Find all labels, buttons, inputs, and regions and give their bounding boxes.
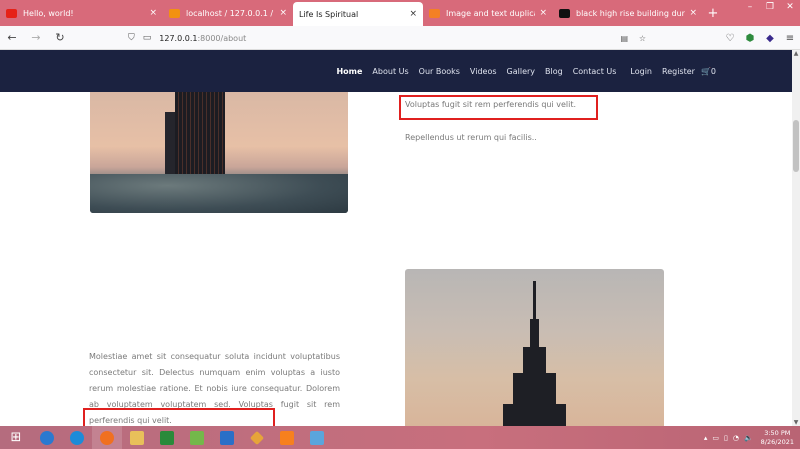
browser-tab-strip: Hello, world! × localhost / 127.0.0.1 / … — [0, 0, 800, 26]
page-content: Voluptas fugit sit rem perferendis qui v… — [0, 92, 792, 426]
menu-item-login[interactable]: Login — [630, 67, 652, 76]
maximize-icon[interactable]: ❐ — [760, 0, 780, 14]
file-explorer-icon[interactable] — [122, 426, 152, 449]
menu-item-about-us[interactable]: About Us — [372, 67, 408, 76]
building-image-top — [90, 92, 348, 213]
tray-chevron-icon[interactable]: ▴ — [704, 434, 708, 442]
vpn-extension-icon[interactable]: ◆ — [760, 33, 780, 44]
subtext-top: Repellendus ut rerum qui facilis.. — [405, 133, 537, 142]
stackoverflow-icon — [429, 8, 440, 18]
menu-item-videos[interactable]: Videos — [470, 67, 497, 76]
reload-icon[interactable]: ↻ — [48, 31, 72, 44]
battery-icon[interactable]: ▯ — [724, 434, 728, 442]
menu-item-gallery[interactable]: Gallery — [507, 67, 536, 76]
phpmyadmin-icon — [169, 8, 180, 18]
tab-title: Image and text duplicating in la... — [446, 8, 535, 18]
forward-icon[interactable]: → — [24, 31, 48, 44]
tab-title: localhost / 127.0.0.1 / lscms / ... — [186, 8, 275, 18]
site-header: Home About Us Our Books Videos Gallery B… — [0, 50, 792, 92]
volume-icon[interactable]: 🔈 — [744, 434, 753, 442]
new-tab-button[interactable]: + — [703, 0, 723, 26]
image-viewer-icon[interactable] — [182, 426, 212, 449]
firefox-icon[interactable] — [92, 426, 122, 449]
extension-icon[interactable]: ⬢ — [740, 33, 760, 44]
spreadsheet-icon[interactable] — [152, 426, 182, 449]
pocket-icon[interactable]: ♡ — [720, 33, 740, 44]
scroll-up-icon[interactable]: ▲ — [792, 50, 800, 57]
close-tab-icon[interactable]: × — [149, 8, 157, 18]
menu-item-register[interactable]: Register — [662, 67, 695, 76]
network-icon[interactable]: ▭ — [712, 434, 719, 442]
tab-phpmyadmin[interactable]: localhost / 127.0.0.1 / lscms / ... × — [163, 0, 293, 26]
cart-count: 0 — [710, 66, 716, 76]
tab-unsplash[interactable]: black high rise building during ... × — [553, 0, 703, 26]
tab-title: black high rise building during ... — [576, 8, 685, 18]
main-menu: Home About Us Our Books Videos Gallery B… — [326, 50, 716, 92]
clock-time: 3:50 PM — [764, 428, 791, 437]
building-image-bottom — [405, 269, 664, 426]
youtube-icon — [6, 8, 17, 18]
edge-icon[interactable] — [62, 426, 92, 449]
unsplash-icon — [559, 8, 570, 18]
menu-icon[interactable]: ≡ — [780, 33, 800, 44]
close-tab-icon[interactable]: × — [279, 8, 287, 18]
scroll-down-icon[interactable]: ▼ — [792, 419, 800, 426]
url-host: 127.0.0.1 — [159, 33, 198, 43]
notepad-plus-icon[interactable] — [212, 426, 242, 449]
menu-item-home[interactable]: Home — [336, 67, 362, 76]
url-path: :8000/about — [197, 33, 247, 43]
close-window-icon[interactable]: ✕ — [780, 0, 800, 14]
close-tab-icon[interactable]: × — [409, 9, 417, 19]
back-icon[interactable]: ← — [0, 31, 24, 44]
highlight-text-top: Voluptas fugit sit rem perferendis qui v… — [405, 100, 577, 109]
windows-start-icon[interactable]: ⊞ — [0, 426, 32, 449]
windows-taskbar: ⊞ ▴ ▭ ▯ ◔ 🔈 3:50 PM 8/26/2021 — [0, 426, 800, 449]
page-icon: ▭ — [142, 33, 152, 43]
scrollbar-thumb[interactable] — [793, 120, 799, 172]
bookmark-star-icon[interactable]: ☆ — [639, 34, 646, 43]
tab-title: Life Is Spiritual — [299, 9, 359, 19]
tab-stackoverflow[interactable]: Image and text duplicating in la... × — [423, 0, 553, 26]
highlight-box-bottom — [83, 408, 275, 426]
close-tab-icon[interactable]: × — [539, 8, 547, 18]
reader-view-icon[interactable]: ▤ — [620, 34, 628, 43]
browser-toolbar: ← → ↻ ⛉ ▭ 127.0.0.1:8000/about ▤ ☆ ♡ ⬢ ◆… — [0, 26, 800, 50]
vertical-scrollbar[interactable]: ▲ ▼ — [792, 50, 800, 426]
cart-icon[interactable]: 🛒0 — [701, 67, 716, 76]
shield-icon: ⛉ — [128, 33, 135, 43]
menu-item-blog[interactable]: Blog — [545, 67, 563, 76]
window-controls: – ❐ ✕ — [740, 0, 800, 14]
wifi-icon[interactable]: ◔ — [733, 434, 739, 442]
toolbar-right: ♡ ⬢ ◆ ≡ — [720, 26, 800, 50]
system-clock[interactable]: 3:50 PM 8/26/2021 — [761, 429, 794, 447]
git-icon[interactable] — [242, 426, 272, 449]
address-bar[interactable]: ⛉ ▭ 127.0.0.1:8000/about ▤ ☆ — [128, 29, 650, 47]
close-tab-icon[interactable]: × — [689, 8, 697, 18]
remote-desktop-icon[interactable] — [302, 426, 332, 449]
system-tray: ▴ ▭ ▯ ◔ 🔈 3:50 PM 8/26/2021 — [699, 426, 794, 449]
tab-title: Hello, world! — [23, 8, 74, 18]
tab-life-is-spiritual[interactable]: Life Is Spiritual × — [293, 2, 423, 26]
clock-date: 8/26/2021 — [760, 437, 794, 446]
menu-item-contact-us[interactable]: Contact Us — [573, 67, 617, 76]
xampp-icon[interactable] — [272, 426, 302, 449]
tab-hello-world[interactable]: Hello, world! × — [0, 0, 163, 26]
internet-explorer-icon[interactable] — [32, 426, 62, 449]
menu-item-our-books[interactable]: Our Books — [419, 67, 460, 76]
minimize-icon[interactable]: – — [740, 0, 760, 14]
